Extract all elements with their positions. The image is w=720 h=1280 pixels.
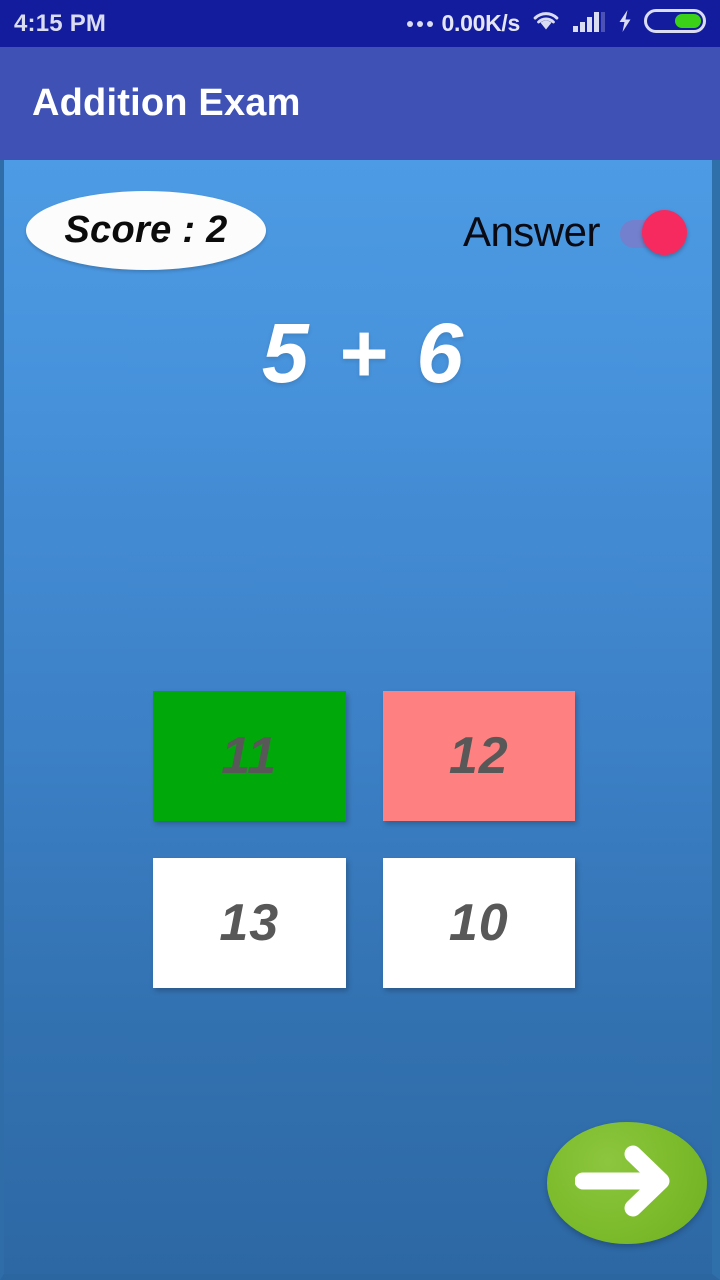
answer-toggle-label: Answer — [462, 208, 601, 255]
answer-option-button[interactable]: 12 — [382, 691, 575, 821]
app-screen: 4:15 PM 0.00K/s Addition Exam Score: 2 … — [0, 0, 720, 1280]
battery-icon — [644, 7, 706, 40]
page-title: Addition Exam — [32, 82, 301, 124]
answer-option-label: 11 — [221, 727, 278, 785]
answer-options-row: 11 12 — [153, 691, 575, 821]
status-bar-clock: 4:15 PM — [14, 9, 107, 37]
score-label: Score : 2 — [64, 209, 228, 251]
answer-option-button[interactable]: 13 — [153, 858, 346, 988]
next-question-button[interactable] — [547, 1122, 707, 1244]
answer-option-button[interactable]: 10 — [382, 858, 575, 988]
wifi-icon — [531, 9, 561, 38]
arrow-right-icon — [574, 1139, 679, 1228]
quiz-content: Score : 2 Answer 5 + 6 11 12 13 10 — [0, 160, 720, 1280]
answer-option-label: 13 — [219, 894, 280, 952]
answer-option-label: 10 — [448, 894, 509, 952]
answer-options-grid: 11 12 13 10 — [153, 691, 575, 988]
score-badge: Score : 2 — [26, 191, 266, 270]
network-speed-label: 0.00K/s — [441, 10, 521, 36]
answer-option-button[interactable]: 11 — [153, 691, 346, 821]
status-bar-indicators: 0.00K/s — [406, 7, 706, 40]
answer-options-row: 13 10 — [153, 858, 575, 988]
switch-thumb[interactable] — [642, 210, 687, 255]
lightning-bolt-icon — [617, 9, 633, 38]
answer-toggle-row[interactable]: Answer — [462, 208, 687, 256]
answer-option-label: 12 — [448, 727, 509, 785]
question-text: 5 + 6 — [261, 306, 467, 400]
more-horizontal-icon — [406, 20, 433, 27]
answer-toggle-switch[interactable] — [620, 208, 687, 256]
status-bar: 4:15 PM 0.00K/s — [0, 0, 720, 47]
cellular-signal-icon — [572, 9, 606, 38]
app-bar: Addition Exam — [0, 47, 720, 160]
